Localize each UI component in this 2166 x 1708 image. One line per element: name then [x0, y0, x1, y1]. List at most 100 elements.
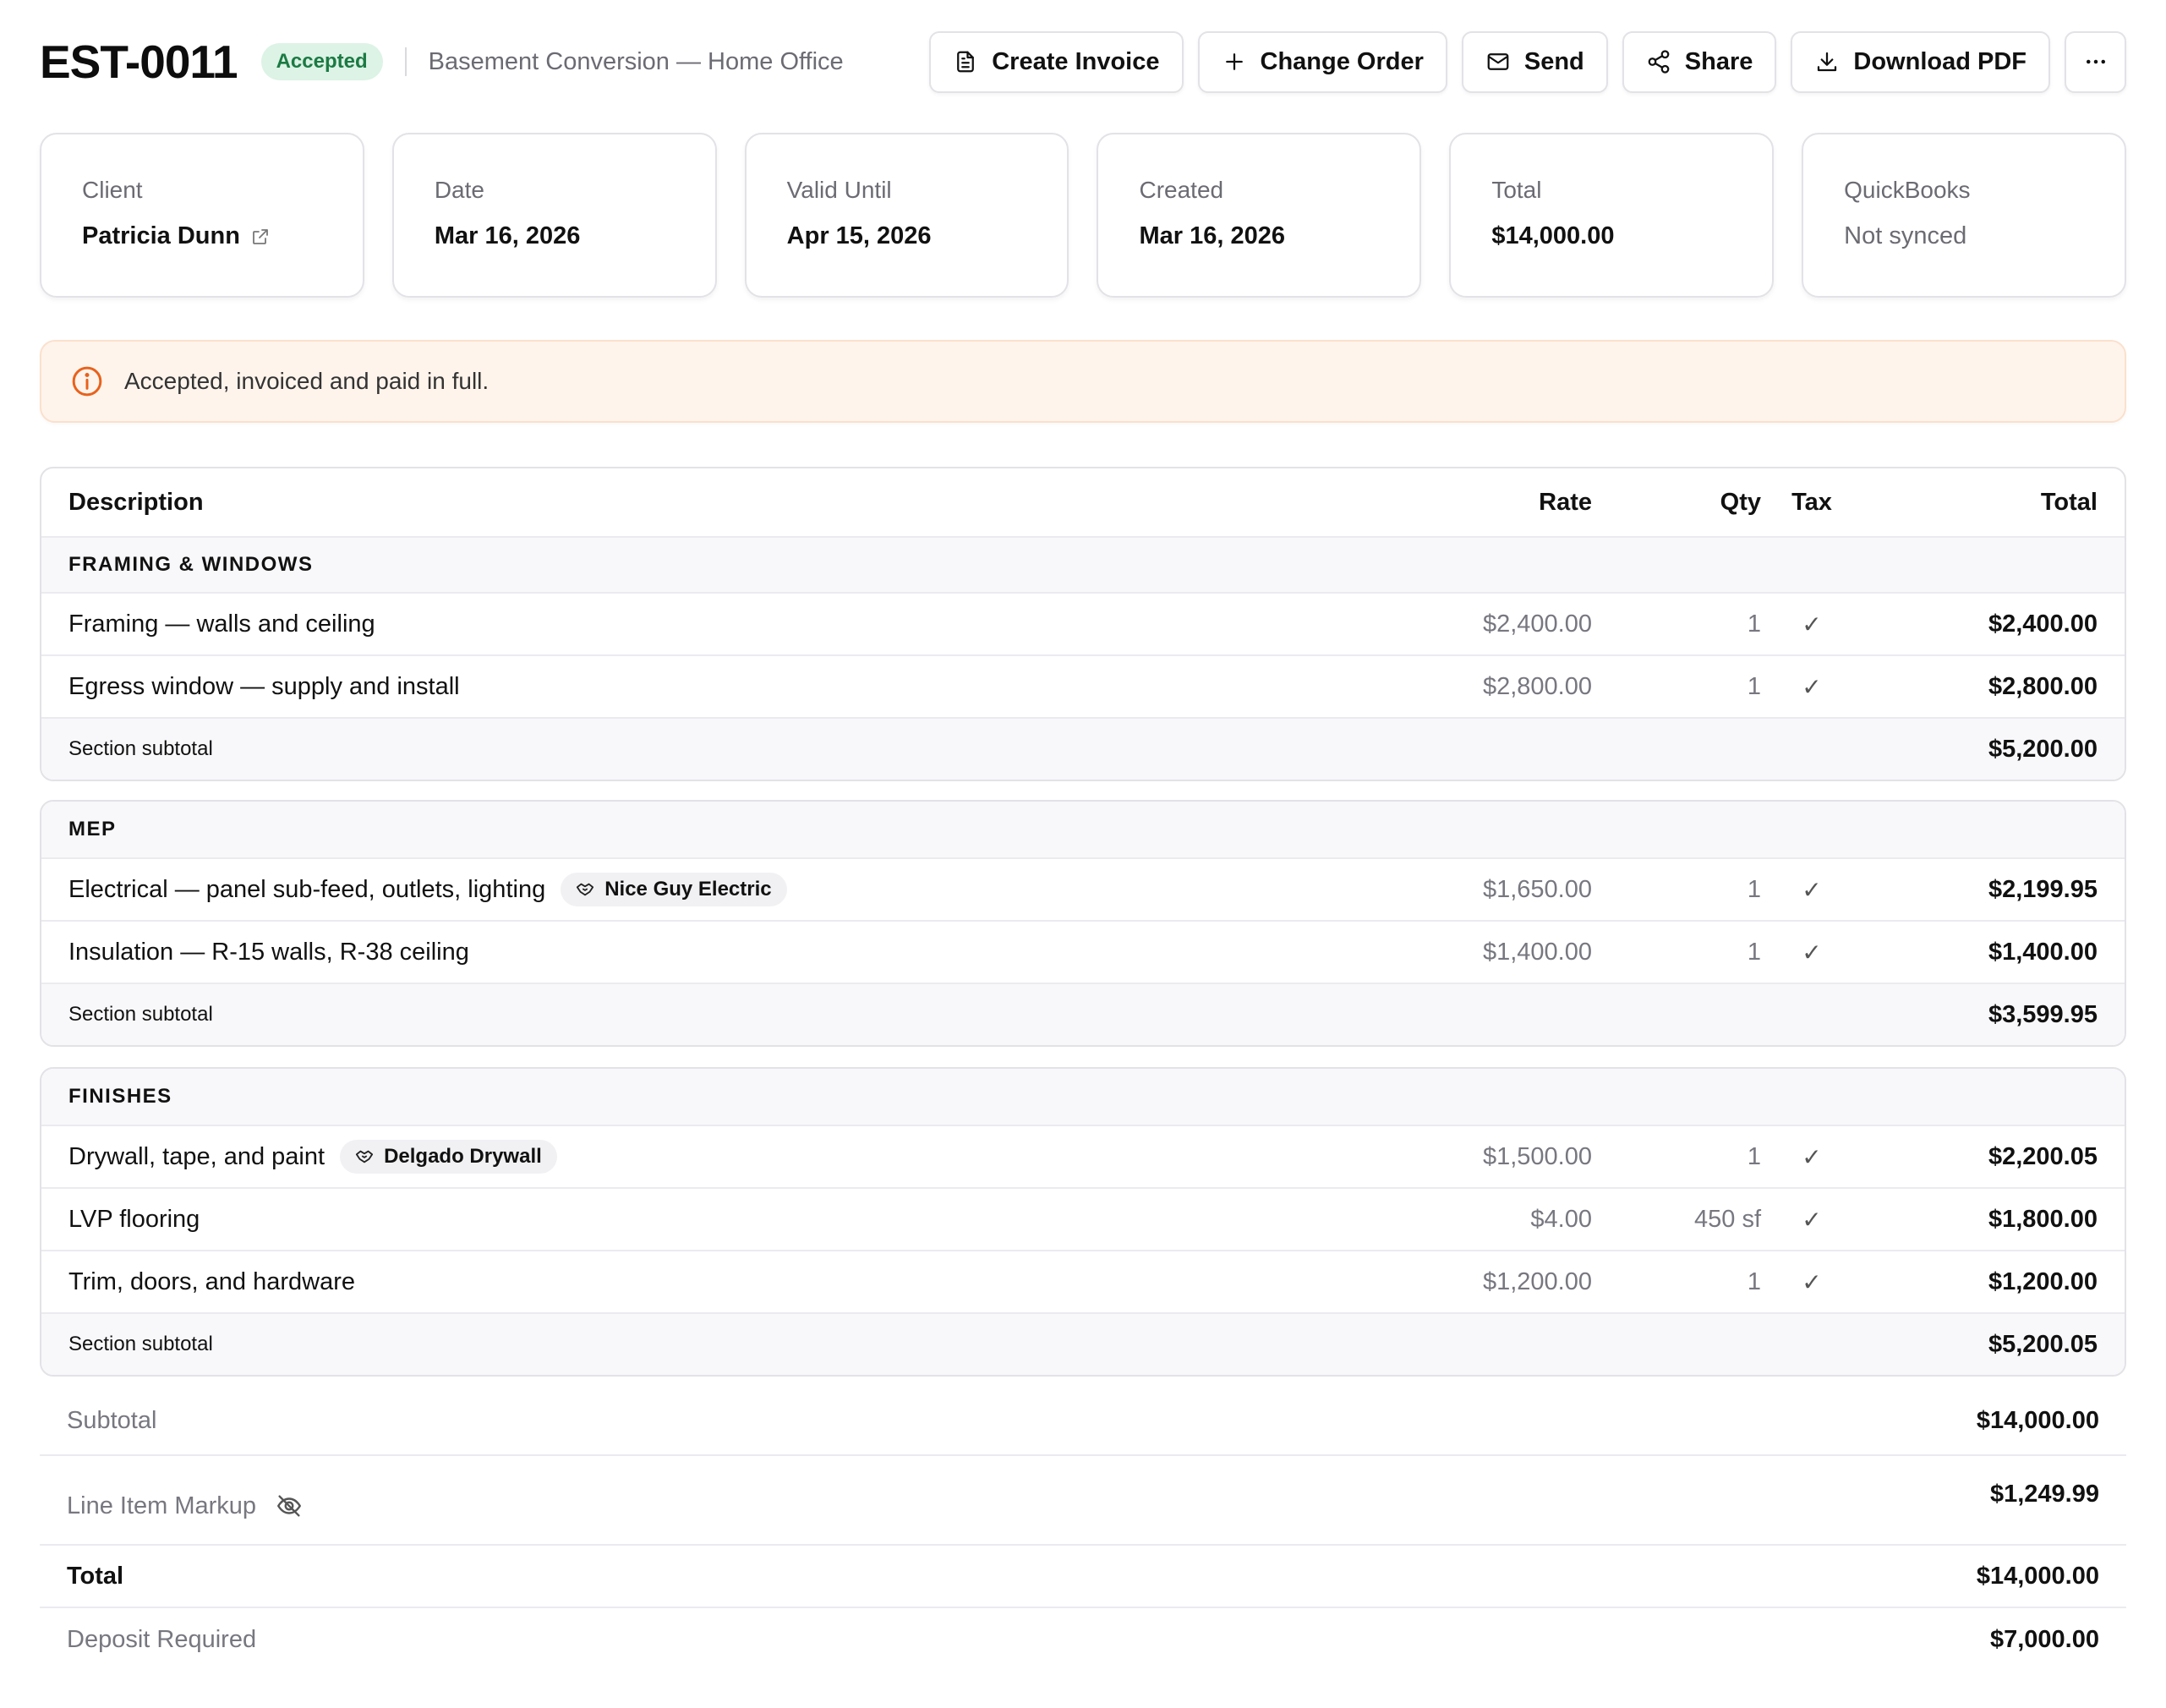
external-link-icon[interactable]	[250, 227, 271, 247]
project-name: Basement Conversion — Home Office	[428, 47, 844, 75]
status-badge: Accepted	[260, 43, 383, 80]
date-card: Date Mar 16, 2026	[391, 133, 717, 298]
quickbooks-card: QuickBooks Not synced	[1802, 133, 2126, 298]
create-invoice-button[interactable]: Create Invoice	[929, 30, 1184, 93]
item-total: $1,400.00	[1988, 938, 2098, 966]
client-link[interactable]: Patricia Dunn	[82, 222, 322, 250]
section-title: FINISHES	[41, 1069, 2125, 1125]
total-card-value: $14,000.00	[1491, 222, 1615, 249]
item-qty: 1	[1747, 1267, 1761, 1295]
tax-check-icon: ✓	[1802, 1143, 1822, 1170]
create-invoice-label: Create Invoice	[992, 47, 1160, 75]
divider	[404, 47, 407, 76]
table-row[interactable]: Electrical — panel sub-feed, outlets, li…	[41, 857, 2125, 920]
eye-off-icon[interactable]	[275, 1492, 304, 1520]
summary-markup-value: $1,249.99	[1989, 1480, 2099, 1508]
table-row[interactable]: Egress window — supply and install $2,80…	[41, 654, 2125, 717]
subtotal-value: $3,599.95	[1988, 1000, 2098, 1028]
tax-check-icon: ✓	[1802, 1206, 1822, 1233]
mail-icon	[1487, 53, 1509, 70]
quickbooks-label: QuickBooks	[1844, 177, 1971, 203]
handshake-icon	[355, 1150, 374, 1163]
item-qty: 1	[1747, 938, 1761, 966]
date-card-label: Date	[434, 177, 484, 203]
item-qty: 450 sf	[1694, 1205, 1761, 1233]
summary-markup-row: Line Item Markup $1,249.99	[40, 1456, 2126, 1546]
line-items-table: Description Rate Qty Tax Total FRAMING &…	[40, 467, 2126, 781]
item-description: Framing — walls and ceiling	[68, 610, 375, 638]
item-rate: $2,400.00	[1482, 610, 1592, 638]
table-header: Description Rate Qty Tax Total	[41, 468, 2125, 536]
subcontractor-name: Nice Guy Electric	[604, 878, 772, 901]
section-title: MEP	[41, 802, 2125, 857]
item-description-cell: Electrical — panel sub-feed, outlets, li…	[41, 873, 1338, 906]
column-tax: Tax	[1791, 488, 1832, 516]
summary-subtotal-value: $14,000.00	[1976, 1406, 2099, 1434]
created-value: Mar 16, 2026	[1139, 222, 1285, 249]
summary-total-value: $14,000.00	[1976, 1562, 2099, 1590]
column-qty: Qty	[1720, 488, 1761, 516]
item-qty: 1	[1747, 875, 1761, 903]
more-icon	[2086, 59, 2105, 64]
item-description: Insulation — R-15 walls, R-38 ceiling	[68, 938, 469, 966]
item-rate: $1,500.00	[1482, 1142, 1592, 1170]
table-row[interactable]: Insulation — R-15 walls, R-38 ceiling $1…	[41, 920, 2125, 983]
item-description: Drywall, tape, and paint	[68, 1142, 325, 1170]
quickbooks-status: Not synced	[1844, 222, 1967, 249]
section-title-text: FRAMING & WINDOWS	[68, 553, 314, 576]
item-rate: $1,650.00	[1482, 875, 1592, 903]
tax-check-icon: ✓	[1802, 610, 1822, 638]
summary-markup-label: Line Item Markup	[67, 1492, 257, 1519]
estimate-page: EST-0011 Accepted Basement Conversion — …	[0, 0, 2166, 1708]
item-total: $1,200.00	[1988, 1267, 2098, 1295]
send-button[interactable]: Send	[1461, 30, 1608, 93]
item-total: $2,400.00	[1988, 610, 2098, 638]
summary-deposit-label: Deposit Required	[67, 1625, 257, 1653]
document-icon	[957, 51, 975, 73]
item-total: $2,800.00	[1988, 672, 2098, 700]
download-pdf-button[interactable]: Download PDF	[1791, 30, 2050, 93]
tax-check-icon: ✓	[1802, 876, 1822, 903]
table-row[interactable]: Trim, doors, and hardware $1,200.00 1 ✓ …	[41, 1250, 2125, 1312]
column-rate: Rate	[1539, 488, 1592, 516]
table-row[interactable]: Drywall, tape, and paint Delgado Drywall…	[41, 1125, 2125, 1187]
share-button[interactable]: Share	[1622, 30, 1777, 93]
item-description: LVP flooring	[68, 1205, 200, 1233]
item-total: $2,200.05	[1988, 1142, 2098, 1170]
valid-until-card: Valid Until Apr 15, 2026	[744, 133, 1069, 298]
handshake-icon	[577, 883, 594, 896]
info-icon	[72, 366, 102, 397]
section-finishes: FINISHES Drywall, tape, and paint Delgad…	[40, 1067, 2126, 1377]
table-row[interactable]: Framing — walls and ceiling $2,400.00 1 …	[41, 592, 2125, 654]
item-qty: 1	[1747, 610, 1761, 638]
section-mep: MEP Electrical — panel sub-feed, outlets…	[40, 800, 2126, 1047]
page-header: EST-0011 Accepted Basement Conversion — …	[40, 30, 2126, 93]
summary-subtotal-row: Subtotal $14,000.00	[40, 1387, 2126, 1456]
estimate-summary: Subtotal $14,000.00 Line Item Markup $1,…	[40, 1387, 2126, 1671]
subcontractor-chip[interactable]: Delgado Drywall	[340, 1140, 557, 1174]
valid-until-value: Apr 15, 2026	[786, 222, 932, 249]
created-label: Created	[1139, 177, 1224, 203]
item-rate: $1,200.00	[1482, 1267, 1592, 1295]
subtotal-label: Section subtotal	[68, 1333, 213, 1355]
summary-cards: Client Patricia Dunn Date Mar 16, 2026 V…	[40, 133, 2126, 298]
client-name[interactable]: Patricia Dunn	[82, 222, 240, 250]
date-value: Mar 16, 2026	[434, 222, 581, 249]
summary-deposit-row: Deposit Required $7,000.00	[40, 1608, 2126, 1671]
alert-text: Accepted, invoiced and paid in full.	[124, 368, 490, 394]
item-description-cell: Drywall, tape, and paint Delgado Drywall	[41, 1140, 1338, 1174]
total-card-label: Total	[1491, 177, 1542, 203]
valid-until-label: Valid Until	[786, 177, 892, 203]
subtotal-label: Section subtotal	[68, 737, 213, 760]
change-order-button[interactable]: Change Order	[1197, 30, 1447, 93]
more-button[interactable]	[2065, 30, 2126, 93]
item-total: $2,199.95	[1988, 875, 2098, 903]
section-subtotal-row: Section subtotal $5,200.05	[41, 1312, 2125, 1375]
page-title: EST-0011	[40, 36, 238, 88]
table-row[interactable]: LVP flooring $4.00 450 sf ✓ $1,800.00	[41, 1187, 2125, 1250]
subtotal-value: $5,200.00	[1988, 735, 2098, 763]
item-qty: 1	[1747, 1142, 1761, 1170]
share-icon	[1648, 50, 1670, 74]
subcontractor-chip[interactable]: Nice Guy Electric	[561, 873, 787, 906]
action-toolbar: Create Invoice Change Order Send Share D…	[929, 30, 2126, 93]
